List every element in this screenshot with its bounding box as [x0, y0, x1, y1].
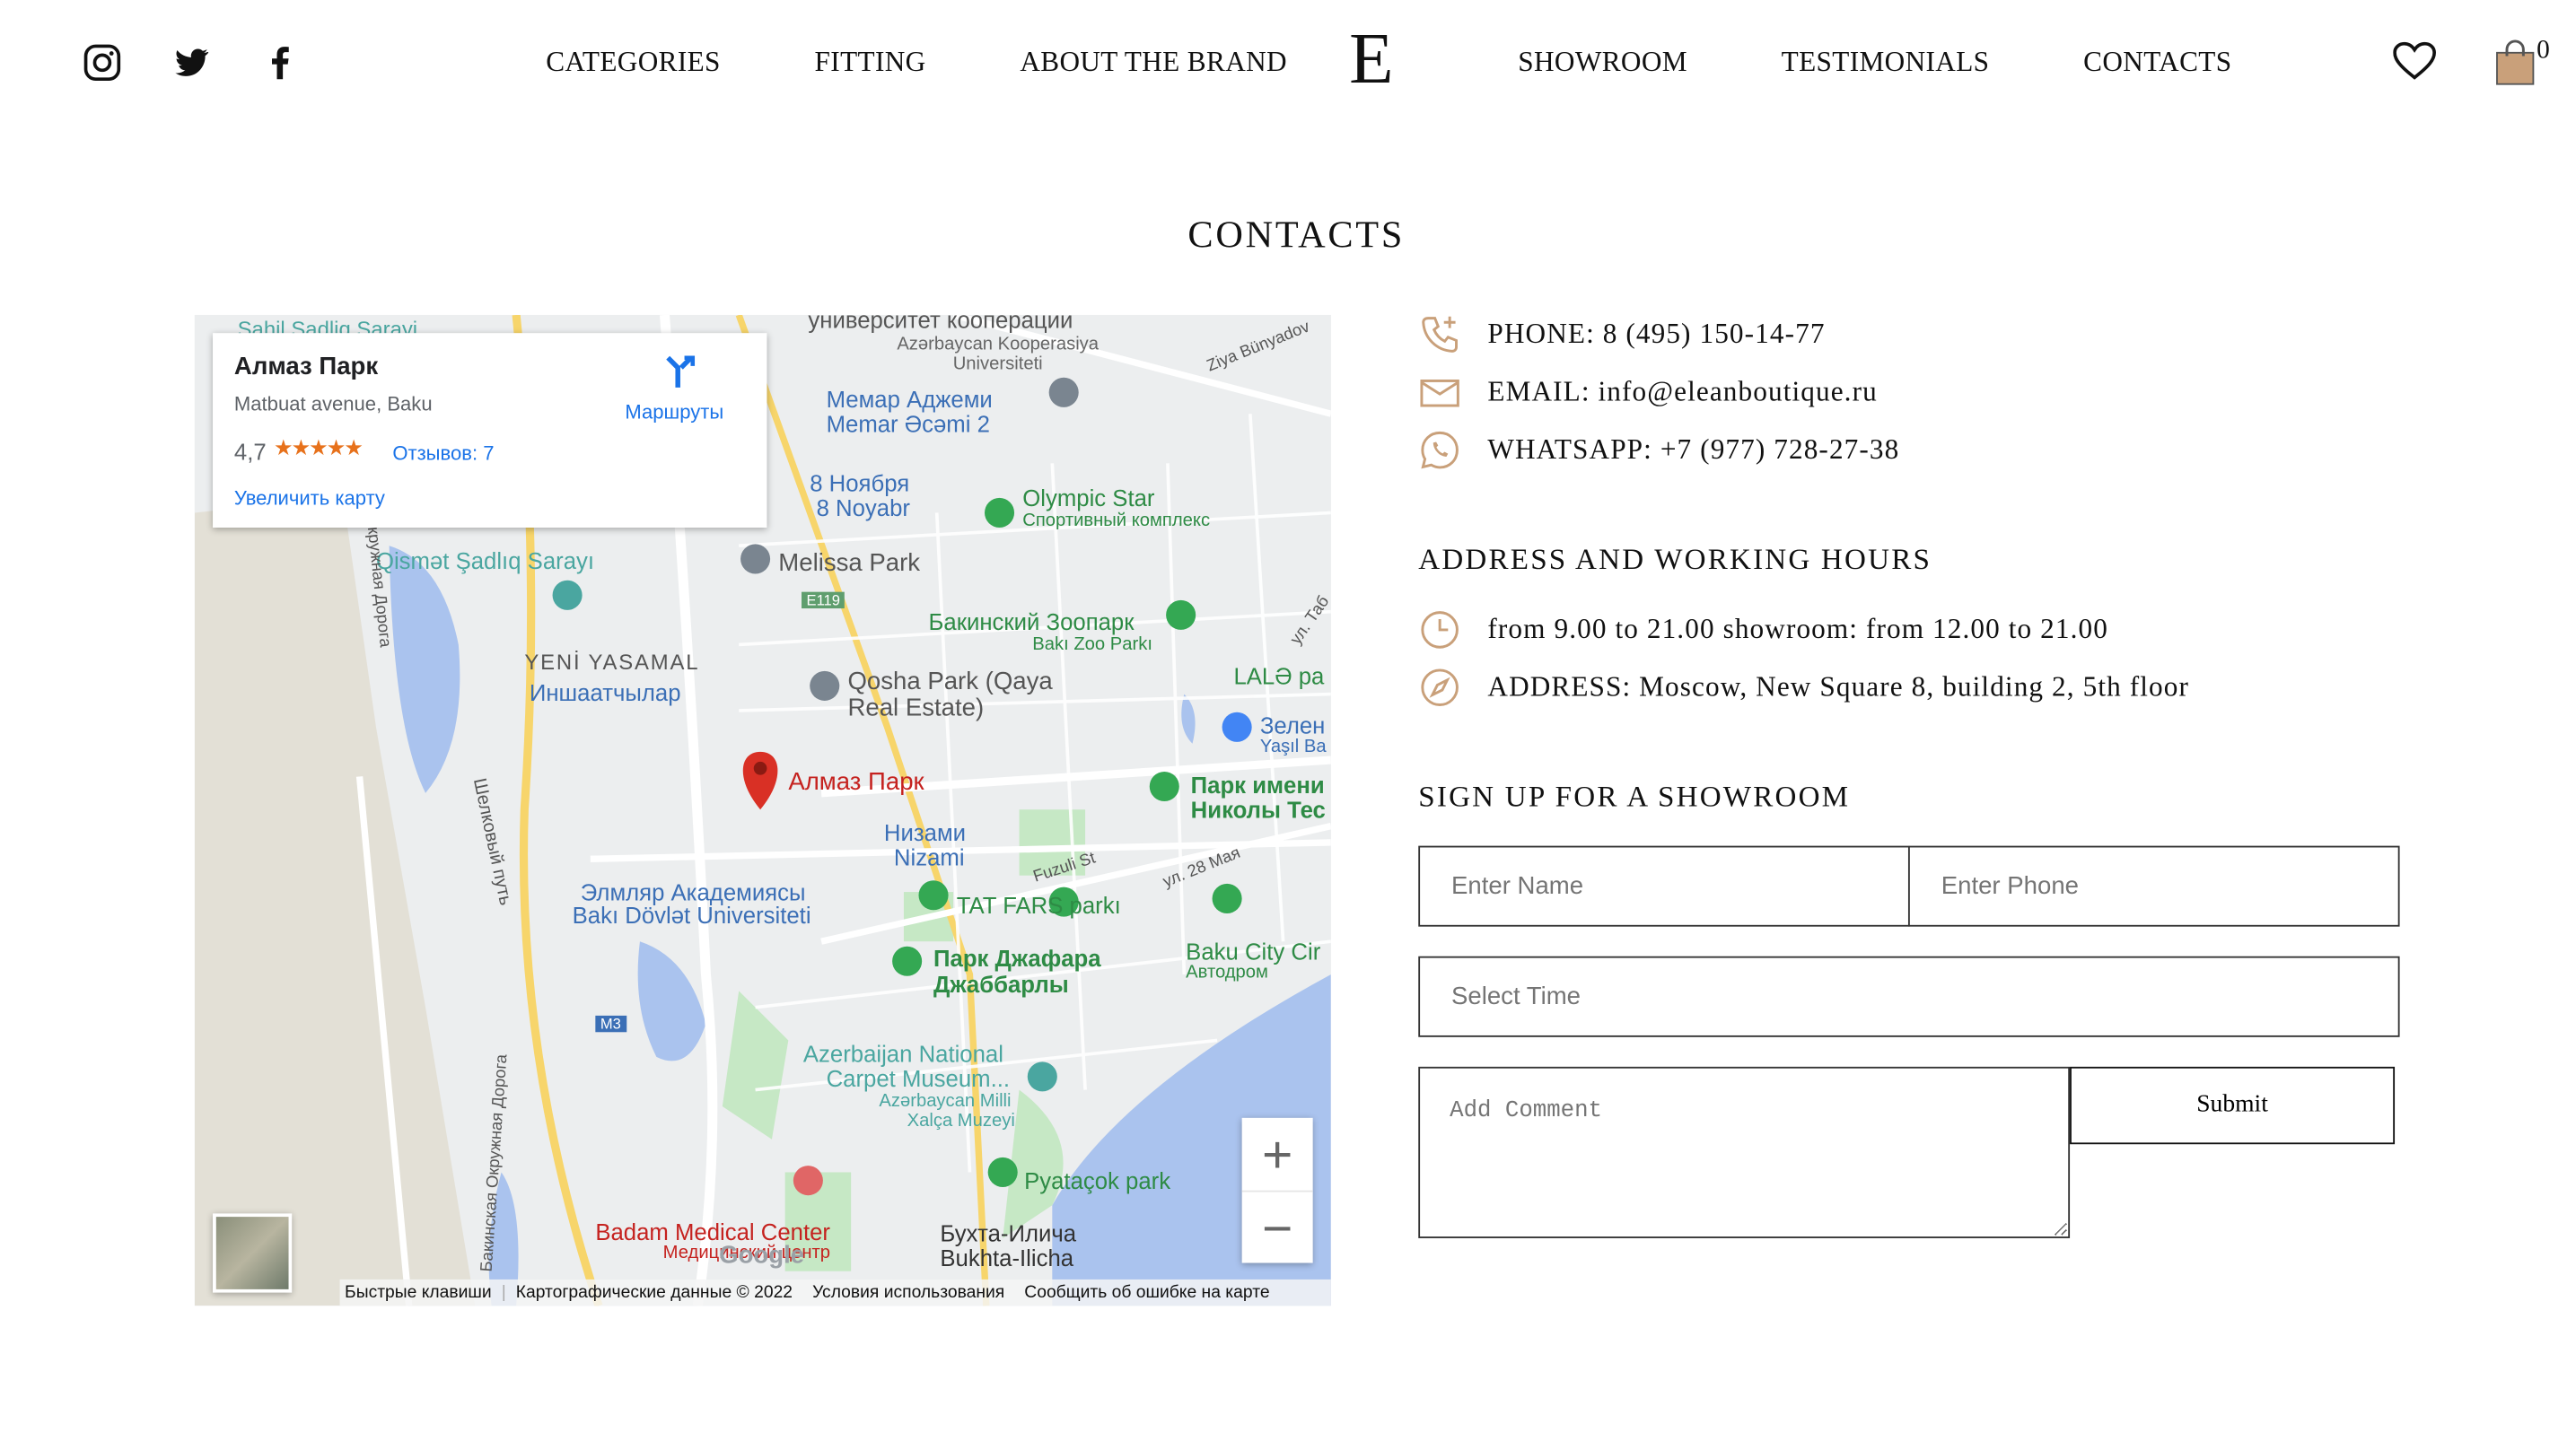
map-label: Baku City Cir [1186, 938, 1321, 965]
enlarge-map-link[interactable]: Увеличить карту [234, 486, 385, 510]
map-label: Джаббарлы [933, 971, 1069, 998]
phone-icon [1418, 313, 1461, 356]
hours-text: from 9.00 to 21.00 showroom: from 12.00 … [1487, 613, 2108, 645]
directions-icon[interactable] [662, 354, 697, 390]
map-label: Николы Тес [1190, 796, 1326, 823]
map-label: университет кооперации [808, 314, 1073, 334]
comment-textarea[interactable] [1418, 1066, 2071, 1238]
map-label: Иншаатчылар [529, 679, 681, 706]
map-label: M3 [595, 1015, 626, 1033]
whatsapp-row: WHATSAPP: +7 (977) 728-27-38 [1418, 429, 1899, 472]
email-text[interactable]: EMAIL: info@eleanboutique.ru [1487, 376, 1877, 409]
phone-row: PHONE: 8 (495) 150-14-77 [1418, 313, 1825, 356]
cart-count: 0 [2537, 36, 2550, 65]
nav-testimonials[interactable]: TESTIMONIALS [1782, 46, 1990, 79]
map-label: Xalça Muzeyi [907, 1111, 1015, 1131]
map-label: Bakı Dövlət Universiteti [572, 902, 811, 929]
map-label: Yaşıl Ba [1259, 737, 1327, 757]
nav-contacts[interactable]: CONTACTS [2083, 46, 2231, 79]
map-label: Azərbaycan Milli [879, 1091, 1012, 1112]
map-footer-link: Картографические данные © 2022 [515, 1282, 793, 1303]
map-label: Парк Джафара [933, 944, 1101, 972]
map-label: 8 Noyabr [816, 494, 910, 521]
clock-icon [1418, 608, 1461, 651]
whatsapp-icon [1418, 429, 1461, 472]
map-label: Qosha Park (Qaya [847, 668, 1053, 696]
map-label: Низами [883, 819, 967, 846]
satellite-toggle[interactable] [213, 1213, 293, 1293]
nav-fitting[interactable]: FITTING [815, 46, 926, 79]
map-label: Автодром [1186, 963, 1268, 983]
map-label: Бакинский Зоопарк [928, 608, 1135, 635]
map-label: Мемар Аджеми [826, 385, 993, 413]
whatsapp-text[interactable]: WHATSAPP: +7 (977) 728-27-38 [1487, 433, 1899, 467]
map-label: Azerbaijan National [802, 1040, 1003, 1067]
facebook-icon[interactable] [260, 43, 300, 83]
map-label: Real Estate) [847, 694, 985, 722]
shopping-bag-icon[interactable] [2493, 39, 2537, 85]
map-label: Алмаз Парк [788, 768, 924, 797]
map-place-card: Алмаз Парк Matbuat avenue, Baku 4,7 ★★★★… [213, 333, 767, 528]
map-label: Bukhta-Ilicha [940, 1245, 1074, 1271]
nav-showroom[interactable]: SHOWROOM [1518, 46, 1687, 79]
map-label: TAT FARS parkı [956, 892, 1121, 919]
map-label: Azərbaycan Kooperasiya Universiteti [897, 335, 1100, 375]
page-title: CONTACTS [1187, 214, 1406, 256]
twitter-icon[interactable] [171, 43, 211, 83]
email-row: EMAIL: info@eleanboutique.ru [1418, 371, 1878, 414]
phone-text[interactable]: PHONE: 8 (495) 150-14-77 [1487, 319, 1825, 352]
email-icon [1418, 371, 1461, 414]
time-select[interactable] [1418, 956, 2400, 1037]
submit-button[interactable]: Submit [2070, 1066, 2396, 1145]
map-embed[interactable]: Sahil Sadliq Sarayi университет кооперац… [194, 314, 1331, 1306]
map-footer-link[interactable]: Сообщить об ошибке на карте [1024, 1283, 1269, 1303]
signup-heading: SIGN UP FOR A SHOWROOM [1418, 780, 1851, 813]
map-label: Carpet Museum... [826, 1065, 1011, 1092]
map-label: Nizami [893, 843, 965, 871]
place-rating: 4,7 [233, 438, 267, 466]
map-footer: Быстрые клавиши | Картографические данны… [339, 1279, 1331, 1306]
page: CATEGORIES FITTING ABOUT THE BRAND SHOWR… [0, 0, 2576, 1449]
map-label: Pyataçok park [1024, 1166, 1171, 1194]
map-label: E119 [802, 591, 846, 609]
directions-link[interactable]: Маршруты [625, 401, 723, 424]
heart-icon[interactable] [2393, 41, 2436, 81]
map-label: Memar Əcəmi 2 [826, 410, 990, 437]
map-footer-link[interactable]: Быстрые клавиши [345, 1283, 492, 1303]
rating-stars-icon: ★★★★★ [274, 435, 364, 460]
reviews-link[interactable]: Отзывов: 7 [392, 441, 494, 465]
map-footer-link[interactable]: Условия использования [812, 1283, 1004, 1303]
nav-about-brand[interactable]: ABOUT THE BRAND [1020, 46, 1287, 79]
map-label: Bakı Zoo Parkı [1032, 634, 1152, 655]
phone-input[interactable] [1907, 845, 2400, 927]
social-links [83, 43, 301, 83]
zoom-out-button[interactable]: − [1242, 1192, 1313, 1265]
map-zoom-control: + − [1241, 1117, 1313, 1265]
map-label: 8 Ноября [810, 469, 910, 497]
name-input[interactable] [1418, 845, 1910, 927]
place-name: Алмаз Парк [233, 353, 379, 381]
address-text: ADDRESS: Moscow, New Square 8, building … [1487, 670, 2189, 703]
google-logo: Google [719, 1241, 805, 1270]
map-label: Melissa Park [778, 548, 921, 578]
map-label: Qismət Şadlıq Sarayı [375, 547, 595, 574]
map-label: YENİ YASAMAL [524, 649, 700, 675]
brand-logo[interactable]: E [1349, 22, 1393, 96]
map-label: Спортивный комплекс [1022, 511, 1211, 531]
instagram-icon[interactable] [83, 43, 122, 83]
zoom-in-button[interactable]: + [1241, 1118, 1313, 1192]
map-label: LALƏ pa [1233, 662, 1325, 690]
place-address: Matbuat avenue, Baku [233, 392, 433, 416]
map-label: Бухта-Илича [940, 1219, 1077, 1247]
map-label: Olympic Star [1022, 485, 1155, 511]
hours-row: from 9.00 to 21.00 showroom: from 12.00 … [1418, 608, 2108, 651]
nav-categories[interactable]: CATEGORIES [546, 46, 721, 79]
address-heading: ADDRESS AND WORKING HOURS [1418, 542, 1932, 576]
map-label: Зелен [1259, 712, 1326, 739]
map-label: Парк имени [1190, 771, 1325, 799]
address-row: ADDRESS: Moscow, New Square 8, building … [1418, 666, 2189, 709]
compass-icon [1418, 666, 1461, 709]
